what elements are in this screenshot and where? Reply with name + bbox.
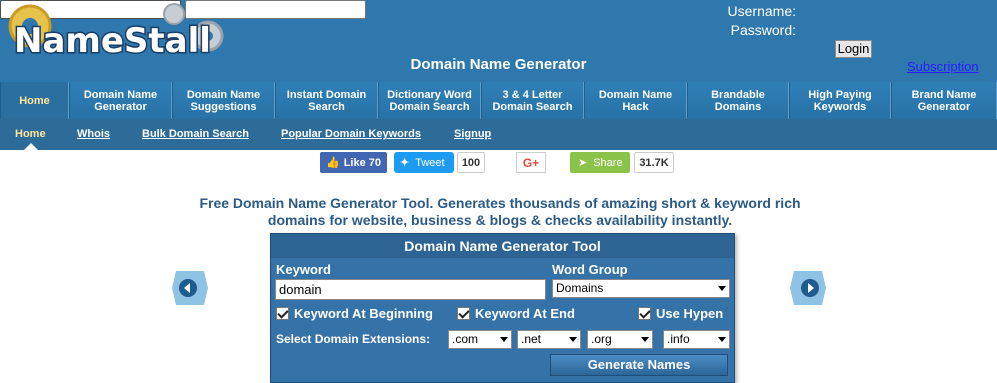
- generate-names-button[interactable]: Generate Names: [550, 354, 728, 376]
- previous-arrow-icon[interactable]: [172, 271, 208, 305]
- use-hypen-checkbox[interactable]: Use Hypen: [638, 306, 723, 321]
- active-caret-icon: [24, 143, 38, 150]
- twitter-bird-icon: ✦: [400, 157, 410, 169]
- keyword-at-end-checkbox[interactable]: Keyword At End: [457, 306, 575, 321]
- nav-domain-name-generator[interactable]: Domain Name Generator: [69, 82, 172, 119]
- chk-hypen-label: Use Hypen: [656, 306, 724, 321]
- tool-title: Domain Name Generator Tool: [271, 234, 734, 258]
- share-icon: ➤: [578, 157, 588, 169]
- extensions-label: Select Domain Extensions:: [276, 332, 431, 346]
- chevron-down-icon: [718, 286, 726, 291]
- subnav-signup[interactable]: Signup: [454, 128, 491, 140]
- checkbox-checked-icon: [638, 307, 651, 320]
- chevron-down-icon: [718, 337, 726, 342]
- extension-select-2[interactable]: .net: [517, 330, 581, 349]
- nav-brandable-domains[interactable]: Brandable Domains: [687, 82, 789, 119]
- extension-select-4[interactable]: .info: [663, 330, 730, 349]
- nav-dictionary-word-domain-search[interactable]: Dictionary Word Domain Search: [378, 82, 481, 119]
- word-group-select[interactable]: Domains: [552, 279, 730, 298]
- extension-select-1[interactable]: .com: [448, 330, 512, 349]
- subnav-home[interactable]: Home: [15, 128, 46, 140]
- tweet-button[interactable]: ✦ Tweet: [394, 152, 454, 173]
- keyword-input[interactable]: [275, 279, 546, 300]
- chevron-down-icon: [641, 337, 649, 342]
- main-nav: Home Domain Name Generator Domain Name S…: [0, 82, 997, 119]
- word-group-label: Word Group: [552, 262, 628, 277]
- like-label: Like 70: [343, 156, 382, 169]
- tweet-label: Tweet: [415, 156, 445, 169]
- chevron-down-icon: [569, 337, 577, 342]
- extension-select-3[interactable]: .org: [587, 330, 653, 349]
- logo-text: NameStall: [14, 21, 211, 61]
- word-group-value: Domains: [556, 281, 604, 295]
- keyword-label: Keyword: [276, 262, 331, 277]
- nav-instant-domain-search[interactable]: Instant Domain Search: [275, 82, 378, 119]
- facebook-like-button[interactable]: 👍 Like 70: [320, 152, 387, 173]
- ext3-value: .org: [591, 332, 612, 346]
- ext4-value: .info: [667, 332, 690, 346]
- nav-home[interactable]: Home: [0, 82, 69, 119]
- tweet-count: 100: [457, 152, 485, 173]
- password-label: Password:: [730, 22, 796, 38]
- subscription-link[interactable]: Subscription: [907, 59, 979, 74]
- next-arrow-icon[interactable]: [790, 271, 826, 305]
- chk-end-label: Keyword At End: [475, 306, 575, 321]
- nav-high-paying-keywords[interactable]: High Paying Keywords: [789, 82, 891, 119]
- subnav-bulk-domain-search[interactable]: Bulk Domain Search: [142, 128, 249, 140]
- nav-3-4-letter-domain-search[interactable]: 3 & 4 Letter Domain Search: [481, 82, 584, 119]
- ext1-value: .com: [452, 332, 479, 346]
- keyword-at-beginning-checkbox[interactable]: Keyword At Beginning: [276, 306, 433, 321]
- ext2-value: .net: [521, 332, 542, 346]
- subnav-whois[interactable]: Whois: [77, 128, 110, 140]
- share-label: Share: [593, 156, 623, 169]
- chevron-down-icon: [500, 337, 508, 342]
- tagline: Free Domain Name Generator Tool. Generat…: [199, 195, 801, 228]
- share-count: 31.7K: [634, 152, 674, 173]
- sub-nav: Home Whois Bulk Domain Search Popular Do…: [0, 119, 997, 150]
- header: NameStall Domain Name Generator Username…: [0, 0, 997, 82]
- nav-brand-name-generator[interactable]: Brand Name Generator: [891, 82, 997, 119]
- page-title: Domain Name Generator: [410, 56, 587, 73]
- share-button[interactable]: ➤ Share: [570, 152, 630, 173]
- checkbox-checked-icon: [457, 307, 470, 320]
- nav-domain-name-hack[interactable]: Domain Name Hack: [584, 82, 687, 119]
- chk-beginning-label: Keyword At Beginning: [294, 306, 433, 321]
- username-label: Username:: [727, 3, 796, 19]
- google-plus-button[interactable]: G+: [516, 152, 546, 173]
- thumbs-up-icon: 👍: [326, 157, 340, 169]
- checkbox-checked-icon: [276, 307, 289, 320]
- generator-tool-panel: Domain Name Generator Tool Keyword Word …: [270, 233, 735, 383]
- nav-domain-name-suggestions[interactable]: Domain Name Suggestions: [172, 82, 275, 119]
- subnav-popular-domain-keywords[interactable]: Popular Domain Keywords: [281, 128, 421, 140]
- login-button[interactable]: Login: [835, 40, 872, 58]
